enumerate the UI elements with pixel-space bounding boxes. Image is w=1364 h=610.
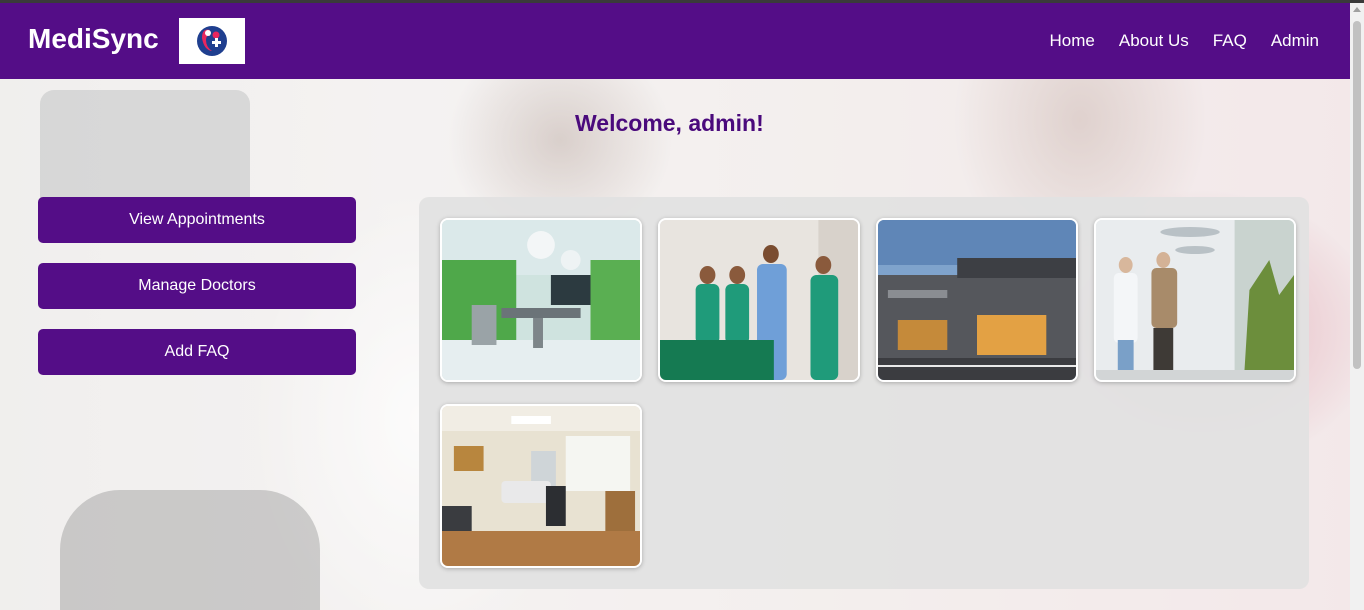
image-gallery [419, 197, 1309, 589]
nav-about-us[interactable]: About Us [1119, 31, 1189, 51]
exam-room-image[interactable] [440, 404, 642, 568]
scroll-up-icon[interactable] [1353, 7, 1361, 12]
nav-faq[interactable]: FAQ [1213, 31, 1247, 51]
medical-staff-image[interactable] [658, 218, 860, 382]
brand-logo [179, 18, 245, 64]
operating-room-image[interactable] [440, 218, 642, 382]
page-scrollbar[interactable] [1350, 3, 1364, 610]
hospital-lobby-image[interactable] [1094, 218, 1296, 382]
view-appointments-button[interactable]: View Appointments [38, 197, 356, 243]
main-nav: Home About Us FAQ Admin [1050, 31, 1320, 51]
welcome-heading: Welcome, admin! [575, 110, 764, 136]
nav-admin[interactable]: Admin [1271, 31, 1319, 51]
nav-home[interactable]: Home [1050, 31, 1095, 51]
scrollbar-thumb[interactable] [1353, 21, 1361, 369]
medical-logo-icon [197, 26, 227, 56]
manage-doctors-button[interactable]: Manage Doctors [38, 263, 356, 309]
hospital-building-image[interactable] [876, 218, 1078, 382]
add-faq-button[interactable]: Add FAQ [38, 329, 356, 375]
site-header: MediSync Home About Us FAQ Admin [0, 3, 1350, 79]
brand-name[interactable]: MediSync [28, 23, 159, 55]
